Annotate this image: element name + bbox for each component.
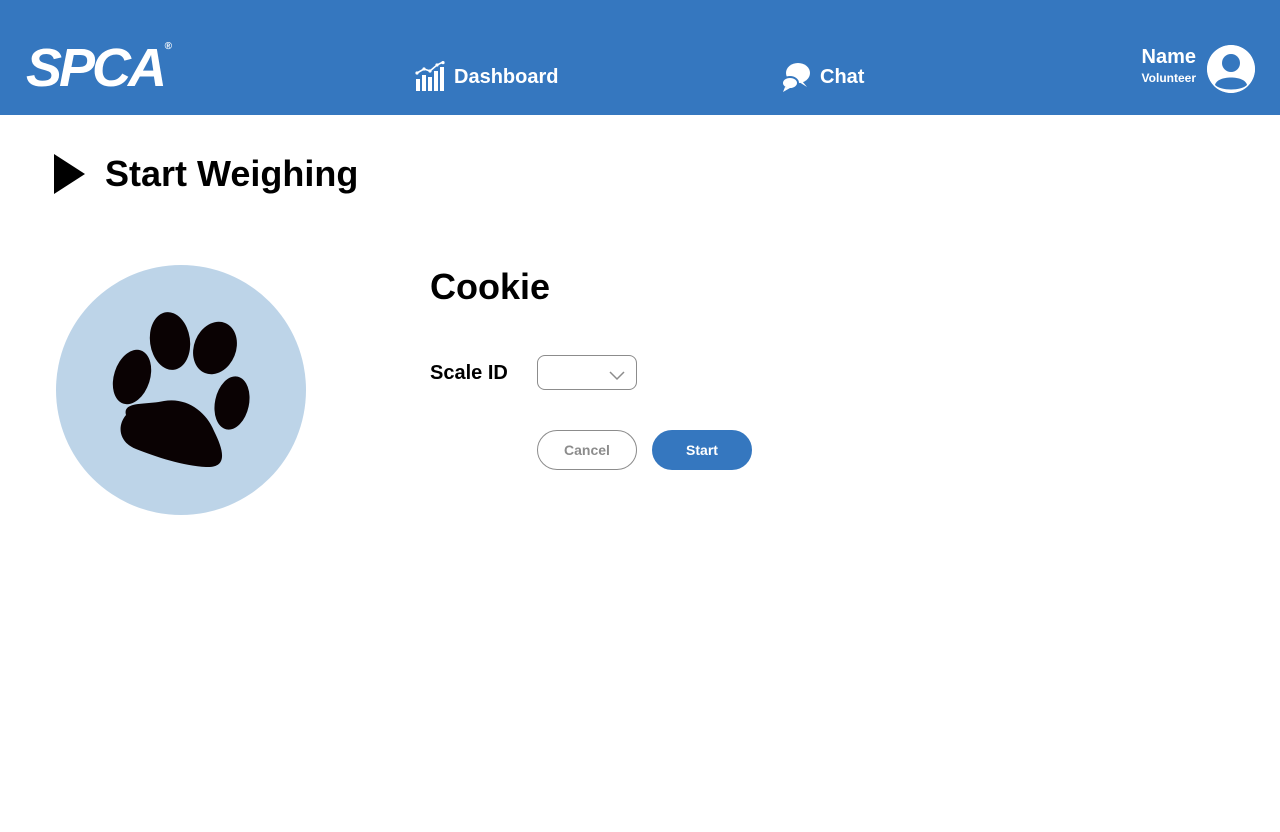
nav-dashboard-label: Dashboard bbox=[454, 65, 559, 88]
chat-bubbles-icon bbox=[780, 61, 812, 93]
nav-chat[interactable]: Chat bbox=[780, 58, 864, 96]
user-info: Name Volunteer bbox=[1142, 44, 1196, 86]
chevron-down-icon bbox=[609, 368, 625, 386]
paw-print-icon bbox=[112, 312, 250, 468]
pet-photo bbox=[56, 265, 306, 515]
logo-text: SPCA bbox=[26, 38, 167, 98]
user-name: Name bbox=[1141, 46, 1196, 68]
nav-dashboard[interactable]: Dashboard bbox=[414, 58, 558, 96]
user-role: Volunteer bbox=[1141, 71, 1196, 85]
scale-id-label: Scale ID bbox=[430, 362, 508, 384]
cancel-button[interactable]: Cancel bbox=[537, 430, 637, 470]
nav-chat-label: Chat bbox=[820, 65, 865, 88]
page-heading: Start Weighing bbox=[54, 152, 358, 196]
bar-chart-icon bbox=[414, 61, 446, 93]
registered-mark: ® bbox=[164, 41, 173, 52]
user-avatar-icon[interactable] bbox=[1207, 45, 1255, 93]
top-nav-bar: SPCA ® Dashboard Chat Name Volunteer bbox=[0, 0, 1280, 115]
pet-name: Cookie bbox=[430, 266, 551, 307]
scale-id-select[interactable] bbox=[537, 355, 637, 390]
start-button[interactable]: Start bbox=[652, 430, 752, 470]
spca-logo[interactable]: SPCA ® bbox=[26, 38, 172, 98]
page-title: Start Weighing bbox=[105, 153, 359, 194]
play-icon bbox=[54, 154, 85, 194]
